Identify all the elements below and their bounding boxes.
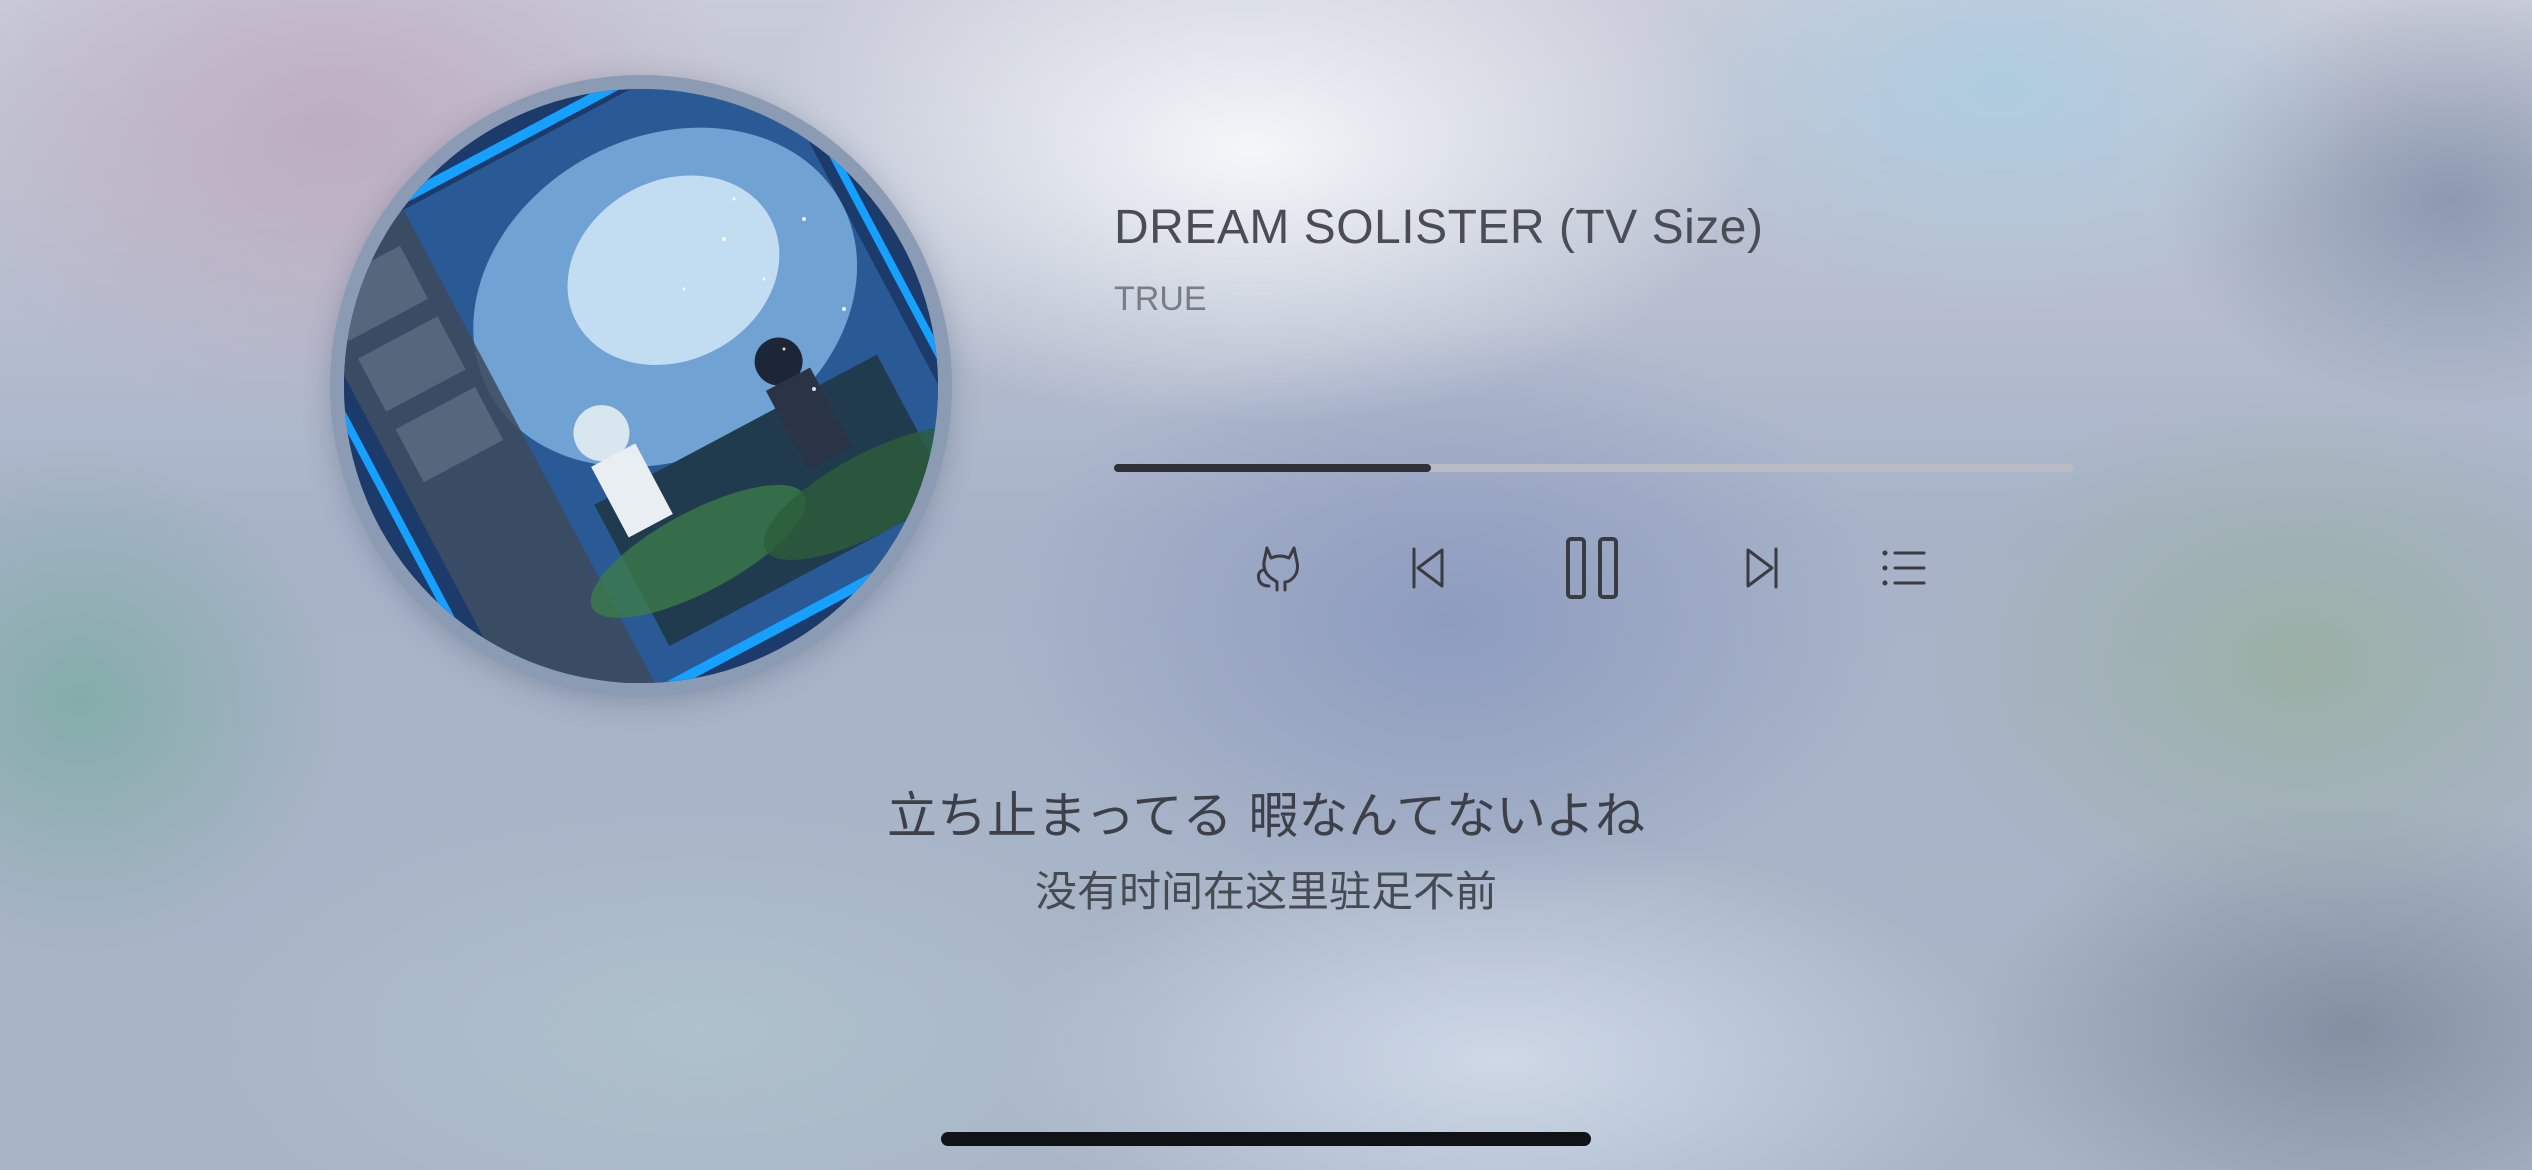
progress-played <box>1114 464 1431 472</box>
home-indicator[interactable] <box>941 1132 1591 1146</box>
lyric-translation: 没有时间在这里驻足不前 <box>1034 867 1497 916</box>
progress-bar[interactable] <box>1114 464 2074 472</box>
track-title: DREAM SOLISTER (TV Size) <box>1114 201 1764 254</box>
previous-button[interactable] <box>1400 540 1456 596</box>
album-art-image <box>344 89 938 683</box>
album-art-disc[interactable] <box>330 75 952 697</box>
track-artist[interactable]: TRUE <box>1114 280 1207 319</box>
current-lyric-line[interactable]: 立ち止まってる 暇なんてないよね <box>0 776 2532 848</box>
play-mode-button[interactable] <box>1252 540 1308 596</box>
skip-previous-icon <box>1412 547 1444 589</box>
skip-next-icon <box>1746 547 1778 589</box>
play-pause-button[interactable] <box>1560 536 1624 600</box>
playlist-button[interactable] <box>1876 540 1932 596</box>
playlist-icon <box>1882 550 1926 586</box>
cat-icon <box>1257 546 1299 592</box>
pause-icon <box>1566 537 1618 599</box>
next-button[interactable] <box>1734 540 1790 596</box>
